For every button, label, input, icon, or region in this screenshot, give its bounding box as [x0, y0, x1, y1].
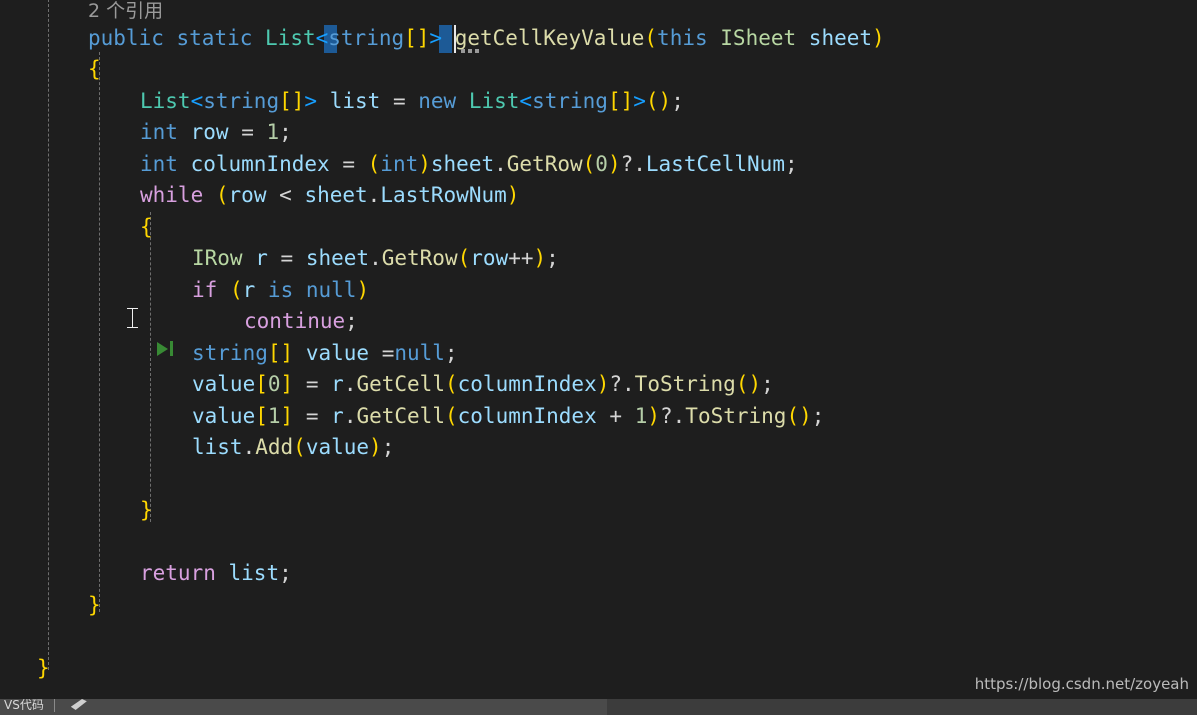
- quick-actions-icon[interactable]: [461, 49, 479, 53]
- code-line-10: if (r is null): [192, 278, 370, 302]
- code-line-15: list.Add(value);: [192, 435, 395, 459]
- code-line-6: int columnIndex = (int)sheet.GetRow(0)?.…: [140, 152, 798, 176]
- code-line-4: List<string[]> list = new List<string[]>…: [140, 89, 684, 113]
- taskbar-separator: [53, 699, 55, 712]
- code-line-19: return list;: [140, 561, 292, 585]
- quick-actions-dot: [468, 49, 472, 53]
- run-to-here-triangle: [157, 341, 168, 356]
- code-line-17: }: [140, 498, 153, 522]
- code-line-3: {: [88, 57, 101, 81]
- code-line-22: }: [37, 656, 50, 680]
- taskbar-label[interactable]: VS代码: [4, 699, 44, 710]
- run-to-here-bar: [170, 341, 173, 356]
- quick-actions-dot: [475, 49, 479, 53]
- code-line-11: continue;: [244, 309, 358, 333]
- taskbar-app-icon[interactable]: [70, 699, 87, 710]
- code-line-8: {: [140, 215, 153, 239]
- code-line-14: value[1] = r.GetCell(columnIndex + 1)?.T…: [192, 404, 825, 428]
- quick-actions-dot: [461, 49, 465, 53]
- run-to-here-icon[interactable]: [157, 341, 173, 356]
- code-line-5: int row = 1;: [140, 120, 292, 144]
- watermark-text: https://blog.csdn.net/zoyeah: [974, 675, 1189, 693]
- taskbar-left-group[interactable]: VS代码: [0, 699, 607, 715]
- code-line-13: value[0] = r.GetCell(columnIndex)?.ToStr…: [192, 372, 774, 396]
- taskbar-right-group[interactable]: [607, 699, 1197, 715]
- code-line-9: IRow r = sheet.GetRow(row++);: [192, 246, 559, 270]
- ibeam-stem: [132, 309, 133, 327]
- code-line-20: }: [88, 593, 101, 617]
- code-text-layer[interactable]: 2 个引用 public static List<string[]> getCe…: [0, 0, 1197, 699]
- code-editor-surface[interactable]: 2 个引用 public static List<string[]> getCe…: [0, 0, 1197, 699]
- code-line-2: public static List<string[]> getCellKeyV…: [88, 26, 885, 50]
- mouse-cursor-ibeam: [127, 307, 138, 329]
- os-taskbar[interactable]: VS代码: [0, 699, 1197, 715]
- code-line-12: string[] value =null;: [192, 341, 458, 365]
- code-line-7: while (row < sheet.LastRowNum): [140, 183, 520, 207]
- ibeam-bottom-cap: [127, 327, 138, 328]
